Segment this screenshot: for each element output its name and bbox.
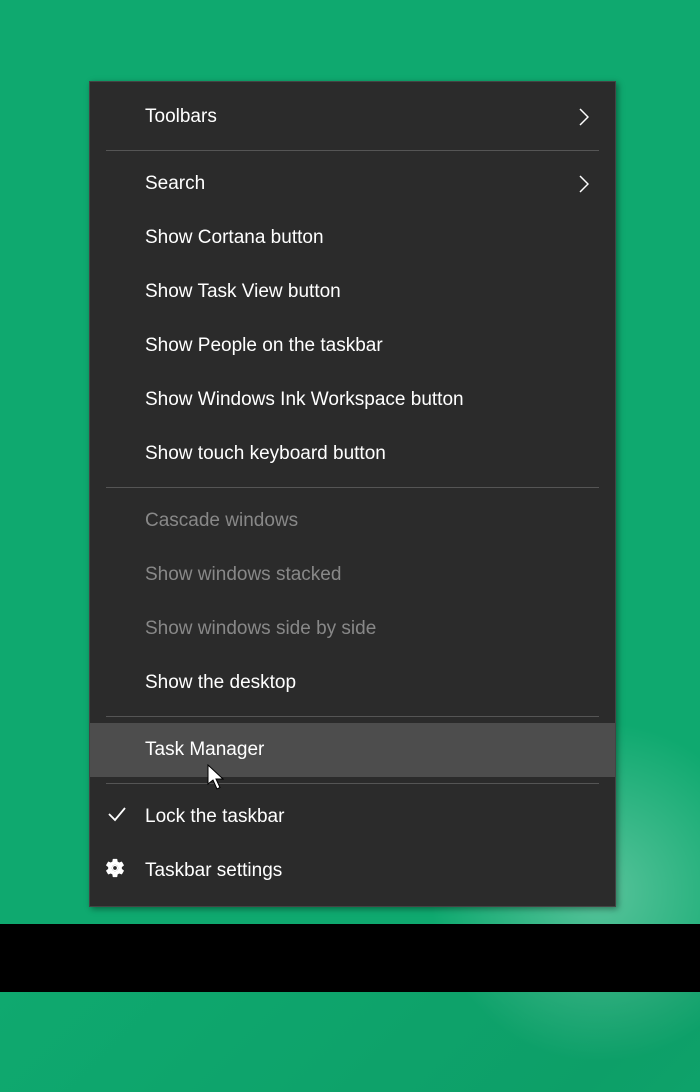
menu-item-show-desktop[interactable]: Show the desktop: [90, 656, 615, 710]
menu-item-toolbars[interactable]: Toolbars: [90, 90, 615, 144]
menu-item-label: Taskbar settings: [145, 860, 589, 882]
menu-separator: [106, 783, 599, 784]
menu-item-show-side-by-side: Show windows side by side: [90, 602, 615, 656]
menu-item-label: Show Windows Ink Workspace button: [145, 389, 589, 411]
chevron-right-icon: [579, 108, 589, 126]
chevron-right-icon: [579, 175, 589, 193]
menu-item-lock-taskbar[interactable]: Lock the taskbar: [90, 790, 615, 844]
menu-item-label: Lock the taskbar: [145, 806, 589, 828]
menu-item-label: Show Task View button: [145, 281, 589, 303]
menu-item-label: Cascade windows: [145, 510, 589, 532]
menu-item-label: Show windows stacked: [145, 564, 589, 586]
menu-item-label: Show windows side by side: [145, 618, 589, 640]
menu-separator: [106, 487, 599, 488]
menu-item-label: Toolbars: [145, 106, 579, 128]
menu-item-taskbar-settings[interactable]: Taskbar settings: [90, 844, 615, 898]
menu-item-cascade-windows: Cascade windows: [90, 494, 615, 548]
menu-item-label: Show touch keyboard button: [145, 443, 589, 465]
menu-item-search[interactable]: Search: [90, 157, 615, 211]
menu-item-label: Show the desktop: [145, 672, 589, 694]
menu-separator: [106, 150, 599, 151]
gear-icon: [104, 857, 126, 885]
menu-item-show-people[interactable]: Show People on the taskbar: [90, 319, 615, 373]
menu-item-show-ink-workspace[interactable]: Show Windows Ink Workspace button: [90, 373, 615, 427]
menu-item-show-cortana[interactable]: Show Cortana button: [90, 211, 615, 265]
menu-item-label: Show Cortana button: [145, 227, 589, 249]
taskbar-context-menu: Toolbars Search Show Cortana button Show…: [89, 81, 616, 907]
menu-item-label: Show People on the taskbar: [145, 335, 589, 357]
menu-separator: [106, 716, 599, 717]
menu-item-show-task-view[interactable]: Show Task View button: [90, 265, 615, 319]
check-icon: [106, 803, 128, 831]
menu-item-show-touch-keyboard[interactable]: Show touch keyboard button: [90, 427, 615, 481]
menu-item-label: Task Manager: [145, 739, 589, 761]
taskbar[interactable]: [0, 924, 700, 992]
menu-item-show-stacked: Show windows stacked: [90, 548, 615, 602]
menu-item-label: Search: [145, 173, 579, 195]
menu-item-task-manager[interactable]: Task Manager: [90, 723, 615, 777]
